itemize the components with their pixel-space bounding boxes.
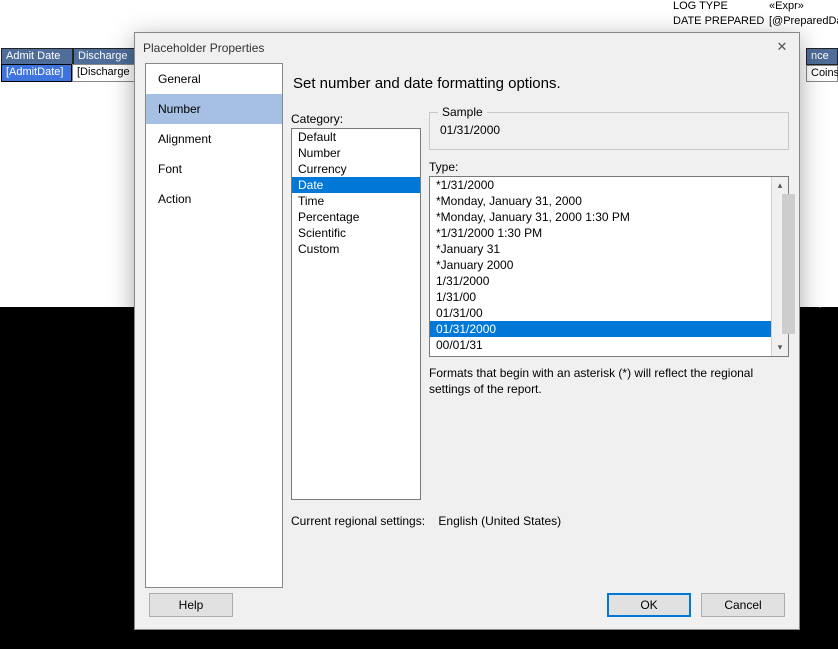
- type-item-2[interactable]: *Monday, January 31, 2000 1:30 PM: [430, 209, 771, 225]
- type-item-1[interactable]: *Monday, January 31, 2000: [430, 193, 771, 209]
- scroll-down-icon[interactable]: ▾: [772, 339, 788, 356]
- category-item-date[interactable]: Date: [292, 177, 420, 193]
- regional-settings-row: Current regional settings: English (Unit…: [291, 500, 789, 528]
- cancel-button[interactable]: Cancel: [701, 593, 785, 617]
- bg-label-logtype: LOG TYPE: [673, 0, 769, 15]
- category-item-currency[interactable]: Currency: [292, 161, 420, 177]
- nav-list: GeneralNumberAlignmentFontAction: [145, 63, 283, 588]
- type-scrollbar[interactable]: ▴ ▾: [771, 177, 788, 356]
- sample-group: Sample 01/31/2000: [429, 112, 789, 150]
- nav-item-action[interactable]: Action: [146, 184, 282, 214]
- help-button[interactable]: Help: [149, 593, 233, 617]
- grid-data-row: [AdmitDate] [Discharge: [1, 64, 136, 82]
- sample-legend: Sample: [438, 105, 487, 119]
- type-item-6[interactable]: 1/31/2000: [430, 273, 771, 289]
- nav-item-number[interactable]: Number: [146, 94, 282, 124]
- regional-value: English (United States): [438, 514, 561, 528]
- close-icon[interactable]: ✕: [773, 39, 791, 57]
- category-item-default[interactable]: Default: [292, 129, 420, 145]
- page-title: Set number and date formatting options.: [291, 67, 789, 112]
- grid-header-admitdate: Admit Date: [1, 48, 73, 65]
- category-column: Category: DefaultNumberCurrencyDateTimeP…: [291, 112, 421, 500]
- content-pane: Set number and date formatting options. …: [291, 63, 789, 588]
- category-label: Category:: [291, 112, 421, 128]
- sample-value: 01/31/2000: [440, 123, 778, 137]
- scroll-thumb[interactable]: [782, 194, 795, 334]
- bg-value-dateprepared: [@PreparedDate]: [769, 15, 838, 30]
- type-item-0[interactable]: *1/31/2000: [430, 177, 771, 193]
- type-item-10[interactable]: 00/01/31: [430, 337, 771, 353]
- type-listbox[interactable]: *1/31/2000*Monday, January 31, 2000*Mond…: [429, 176, 789, 357]
- type-item-11[interactable]: 2000-01-31: [430, 353, 771, 356]
- scroll-up-icon[interactable]: ▴: [772, 177, 788, 194]
- nav-item-general[interactable]: General: [146, 64, 282, 94]
- nav-item-font[interactable]: Font: [146, 154, 282, 184]
- placeholder-properties-dialog: Placeholder Properties ✕ GeneralNumberAl…: [134, 32, 800, 630]
- type-item-7[interactable]: 1/31/00: [430, 289, 771, 305]
- ok-button[interactable]: OK: [607, 593, 691, 617]
- top-header-labels: LOG TYPE «Expr» DATE PREPARED [@Prepared…: [673, 0, 838, 30]
- regional-label: Current regional settings:: [291, 514, 425, 528]
- dialog-body: GeneralNumberAlignmentFontAction Set num…: [135, 63, 799, 588]
- type-item-9[interactable]: 01/31/2000: [430, 321, 771, 337]
- bg-value-logtype: «Expr»: [769, 0, 804, 15]
- category-listbox[interactable]: DefaultNumberCurrencyDateTimePercentageS…: [291, 128, 421, 500]
- bg-label-dateprepared: DATE PREPARED: [673, 15, 769, 30]
- category-item-percentage[interactable]: Percentage: [292, 209, 420, 225]
- dialog-titlebar[interactable]: Placeholder Properties ✕: [135, 33, 799, 63]
- category-item-scientific[interactable]: Scientific: [292, 225, 420, 241]
- grid-cell-admitdate[interactable]: [AdmitDate]: [1, 64, 72, 82]
- category-item-custom[interactable]: Custom: [292, 241, 420, 257]
- format-hint: Formats that begin with an asterisk (*) …: [429, 357, 789, 397]
- grid-header-row: Admit Date Discharge: [1, 48, 137, 65]
- type-item-5[interactable]: *January 2000: [430, 257, 771, 273]
- category-item-number[interactable]: Number: [292, 145, 420, 161]
- type-label: Type:: [429, 160, 789, 176]
- type-item-8[interactable]: 01/31/00: [430, 305, 771, 321]
- type-item-4[interactable]: *January 31: [430, 241, 771, 257]
- grid-cell-fragment: Coins]: [806, 65, 838, 82]
- nav-item-alignment[interactable]: Alignment: [146, 124, 282, 154]
- grid-expr-fragment: Expr»: [806, 296, 838, 311]
- dialog-footer: Help OK Cancel: [135, 588, 799, 629]
- grid-cell-discharge: [Discharge: [72, 64, 136, 82]
- type-item-3[interactable]: *1/31/2000 1:30 PM: [430, 225, 771, 241]
- grid-header-fragment: nce: [806, 48, 838, 65]
- grid-header-discharge: Discharge: [73, 48, 137, 65]
- dialog-title: Placeholder Properties: [143, 41, 264, 55]
- category-item-time[interactable]: Time: [292, 193, 420, 209]
- right-column: Sample 01/31/2000 Type: *1/31/2000*Monda…: [429, 112, 789, 397]
